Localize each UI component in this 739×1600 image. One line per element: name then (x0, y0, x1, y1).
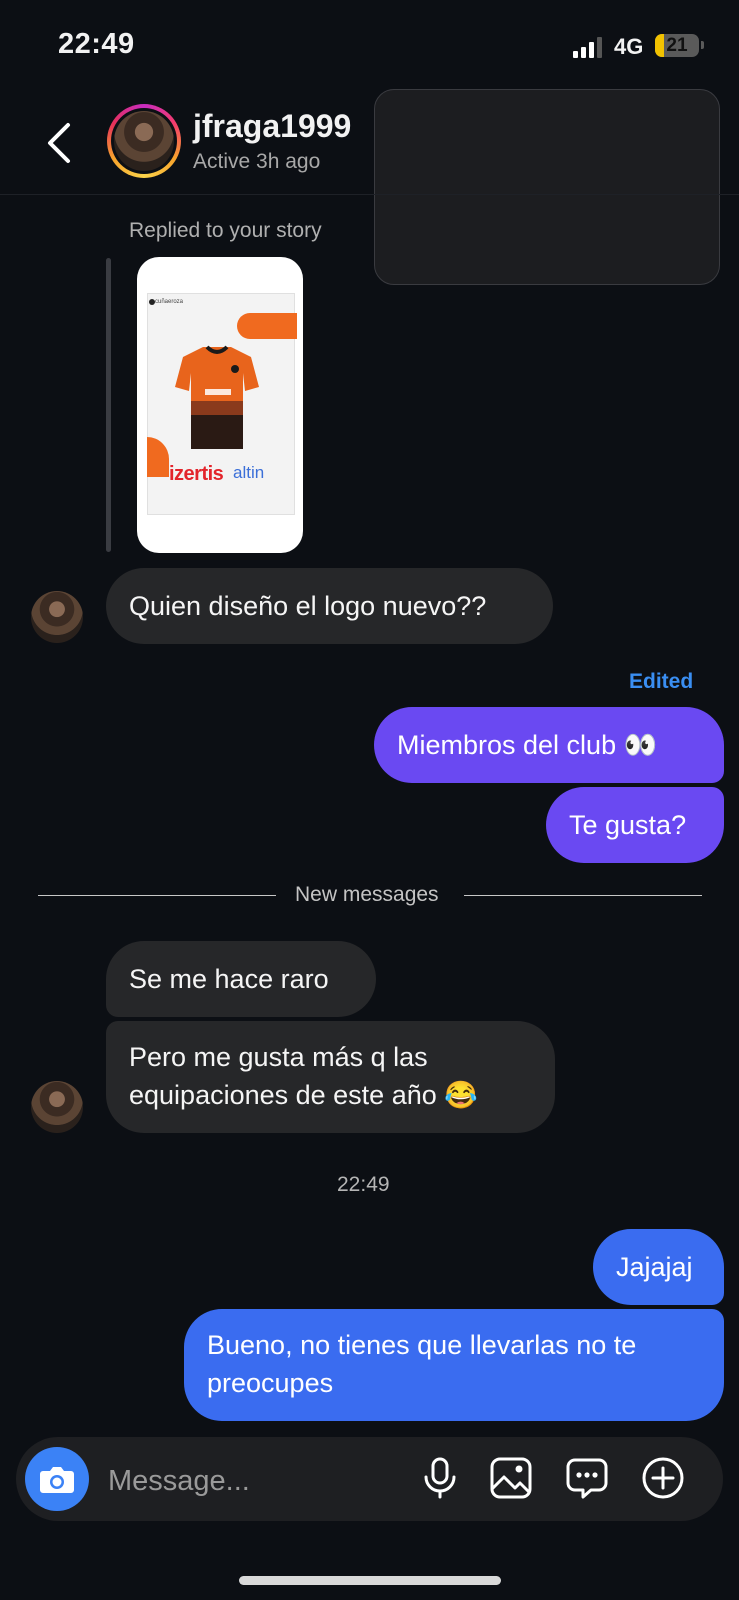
signal-icon (573, 36, 603, 58)
status-time: 22:49 (58, 28, 135, 60)
incoming-message[interactable]: Quien diseño el logo nuevo?? (106, 568, 553, 644)
video-overlay-panel (374, 89, 720, 285)
active-status: Active 3h ago (193, 150, 321, 173)
jersey-image (175, 345, 259, 449)
battery-icon: 21 (655, 34, 699, 57)
back-button[interactable] (40, 115, 80, 171)
chat-username[interactable]: jfraga1999 (193, 108, 351, 145)
message-input[interactable] (106, 1460, 400, 1502)
separator-line (38, 895, 276, 896)
home-indicator[interactable] (239, 1576, 501, 1585)
new-messages-label: New messages (295, 883, 439, 906)
avatar-photo (114, 111, 174, 171)
story-preview[interactable]: cuñaeroza izertis altin (137, 257, 303, 553)
back-icon (48, 123, 70, 163)
camera-button[interactable] (25, 1447, 89, 1511)
plus-icon (642, 1457, 684, 1499)
story-decoration (237, 313, 297, 339)
gallery-icon (490, 1457, 532, 1499)
outgoing-message[interactable]: Bueno, no tienes que llevarlas no te pre… (184, 1309, 724, 1421)
outgoing-message[interactable]: Te gusta? (546, 787, 724, 863)
story-account: cuñaeroza (155, 299, 184, 305)
outgoing-message[interactable]: Miembros del club 👀 (374, 707, 724, 783)
sticker-button[interactable] (565, 1456, 609, 1500)
microphone-button[interactable] (418, 1456, 462, 1500)
sender-avatar[interactable] (31, 591, 83, 643)
sender-avatar[interactable] (31, 1081, 83, 1133)
sticker-icon (566, 1458, 608, 1499)
separator-line (464, 895, 702, 896)
reply-indicator-line (106, 258, 111, 552)
edited-label: Edited (629, 670, 694, 693)
incoming-message[interactable]: Pero me gusta más q las equipaciones de … (106, 1021, 555, 1133)
battery-percent: 21 (666, 35, 688, 56)
more-button[interactable] (641, 1456, 685, 1500)
message-timestamp: 22:49 (337, 1173, 390, 1196)
gallery-button[interactable] (489, 1456, 533, 1500)
replied-to-story-label: Replied to your story (129, 219, 322, 242)
outgoing-message[interactable]: Jajajaj (593, 1229, 724, 1305)
incoming-message[interactable]: Se me hace raro (106, 941, 376, 1017)
header-divider (0, 194, 739, 195)
story-sponsor-left: izertis (169, 463, 224, 485)
microphone-icon (424, 1457, 456, 1499)
network-label: 4G (614, 34, 644, 59)
story-sponsor-right: altin (233, 463, 265, 482)
camera-icon (40, 1467, 74, 1493)
battery-cap (701, 41, 704, 49)
profile-avatar[interactable] (107, 104, 181, 178)
